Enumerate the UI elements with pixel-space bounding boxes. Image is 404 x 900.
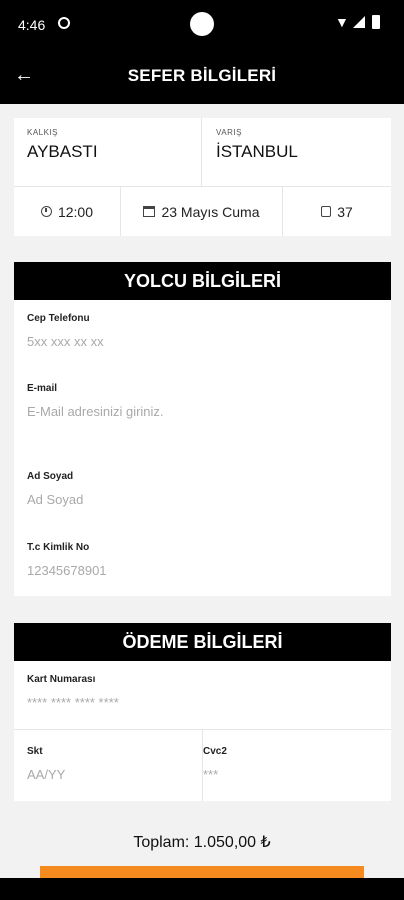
status-bar: 4:46 ▼ (0, 0, 404, 48)
trip-summary-card: KALKIŞ AYBASTI VARIŞ İSTANBUL 12:00 23 M… (14, 118, 391, 236)
card-number-input[interactable] (27, 695, 377, 710)
trip-date-value: 23 Mayıs Cuma (161, 203, 260, 220)
battery-icon (372, 15, 380, 29)
name-input[interactable] (27, 492, 377, 507)
app-bar: ← SEFER BİLGİLERİ (0, 48, 404, 104)
arrival-city: İSTANBUL (216, 142, 298, 161)
trip-time-value: 12:00 (57, 203, 94, 220)
expiry-input[interactable] (27, 767, 187, 782)
calendar-icon (143, 206, 156, 217)
arrival-label: VARIŞ (216, 128, 242, 137)
phone-input[interactable] (27, 334, 377, 349)
signal-icon (353, 16, 365, 28)
total-amount: Toplam: 1.050,00 ₺ (133, 834, 271, 851)
trip-time: 12:00 (14, 187, 121, 236)
departure-label: KALKIŞ (27, 128, 59, 137)
departure-cell: KALKIŞ AYBASTI (14, 118, 202, 186)
phone-label: Cep Telefonu (27, 313, 90, 324)
notification-icon (58, 17, 70, 29)
id-number-input[interactable] (27, 563, 377, 578)
payment-form: Kart Numarası Skt Cvc2 (14, 661, 391, 801)
trip-seat-value: 37 (337, 203, 353, 220)
clock-icon (40, 206, 52, 217)
divider (202, 730, 203, 801)
page-title: SEFER BİLGİLERİ (127, 66, 277, 85)
id-number-label: T.c Kimlik No (27, 542, 90, 553)
cvc-input[interactable] (203, 767, 373, 782)
status-time: 4:46 (18, 17, 46, 33)
expiry-label: Skt (27, 746, 43, 757)
passenger-section-title: YOLCU BİLGİLERİ (14, 262, 391, 300)
seat-icon (321, 206, 332, 217)
payment-section-title: ÖDEME BİLGİLERİ (14, 623, 391, 661)
camera-cutout (190, 12, 214, 36)
passenger-form: Cep Telefonu E-mail Ad Soyad T.c Kimlik … (14, 300, 391, 596)
system-nav-bar (0, 878, 404, 900)
email-label: E-mail (27, 383, 58, 394)
card-number-label: Kart Numarası (27, 674, 96, 685)
trip-date: 23 Mayıs Cuma (121, 187, 283, 236)
arrival-cell: VARIŞ İSTANBUL (203, 118, 391, 186)
wifi-icon: ▼ (335, 14, 349, 30)
name-label: Ad Soyad (27, 471, 74, 482)
cvc-label: Cvc2 (203, 746, 227, 757)
departure-city: AYBASTI (27, 142, 98, 161)
email-input[interactable] (27, 404, 377, 419)
trip-seat: 37 (283, 187, 391, 236)
